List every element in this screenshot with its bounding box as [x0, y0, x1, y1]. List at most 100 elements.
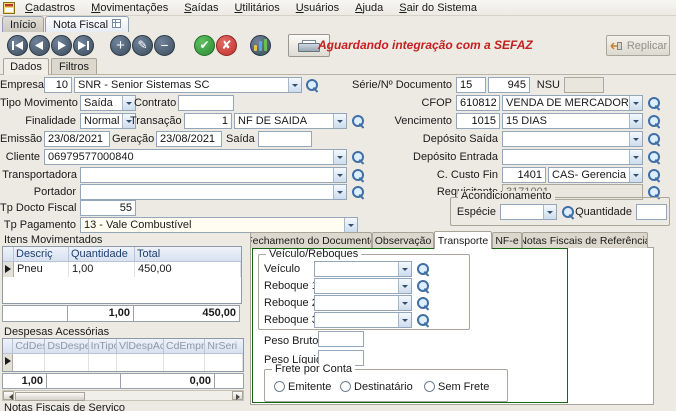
veiculo-combo[interactable] [314, 261, 412, 277]
tab-transporte[interactable]: Transporte [434, 231, 492, 249]
itens-col-quantidade[interactable]: Quantidade [69, 247, 135, 262]
menu-movimentacoes[interactable]: Movimentações [83, 1, 176, 15]
previous-record-button[interactable] [29, 35, 50, 56]
itens-col-total[interactable]: Total [135, 247, 241, 262]
tab-filtros[interactable]: Filtros [51, 58, 97, 74]
tab-inicio[interactable]: Início [2, 16, 44, 32]
chevron-down-icon[interactable] [398, 313, 411, 327]
first-record-button[interactable] [7, 35, 28, 56]
despesas-grid[interactable]: CdDesp DsDespesa InTipo VlDespAces CdEmp… [2, 338, 244, 372]
itens-col-descricao[interactable]: Descriç [14, 247, 69, 262]
reboque2-combo[interactable] [314, 295, 412, 311]
empresa-search-icon[interactable] [304, 77, 319, 93]
finalidade-combo[interactable]: Normal [80, 113, 136, 129]
tab-observacao[interactable]: Observação [372, 232, 434, 248]
empresa-combo[interactable]: SNR - Senior Sistemas SC [74, 77, 302, 93]
chevron-down-icon[interactable] [629, 114, 642, 128]
menu-utilitarios[interactable]: Utilitários [226, 1, 287, 15]
add-record-button[interactable]: + [110, 35, 131, 56]
deposito-saida-combo[interactable] [502, 131, 643, 147]
tab-fechamento-do-documento[interactable]: Fechamento do Documento [250, 232, 372, 248]
numero-documento-field[interactable] [488, 77, 530, 93]
tipo-movimento-combo[interactable]: Saída [80, 95, 136, 111]
reboque3-combo[interactable] [314, 312, 412, 328]
despesas-col-nrseri[interactable]: NrSeri [205, 339, 243, 354]
despesas-col-cddesp[interactable]: CdDesp [13, 339, 45, 354]
reboque1-combo[interactable] [314, 278, 412, 294]
cancel-button[interactable]: ✘ [216, 35, 237, 56]
confirm-button[interactable]: ✔ [194, 35, 215, 56]
despesas-row[interactable] [3, 354, 243, 372]
tab-notas-fiscais-referencia[interactable]: Notas Fiscais de Referência [522, 232, 648, 248]
empresa-code-field[interactable] [44, 77, 72, 93]
chevron-down-icon[interactable] [288, 78, 301, 92]
despesas-col-intipo[interactable]: InTipo [89, 339, 117, 354]
itens-row[interactable]: Pneu 1,00 450,00 [3, 262, 241, 277]
menu-cadastros[interactable]: Cadastros [17, 1, 83, 15]
edit-record-button[interactable]: ✎ [132, 35, 153, 56]
serie-field[interactable] [456, 77, 486, 93]
despesas-horizontal-scrollbar[interactable] [2, 390, 244, 401]
menu-usuarios[interactable]: Usuários [288, 1, 347, 15]
delete-record-button[interactable]: − [154, 35, 175, 56]
c-custo-combo[interactable]: CAS- Gerencia [548, 167, 643, 183]
chevron-down-icon[interactable] [543, 205, 556, 219]
tp-pagamento-combo[interactable]: 13 - Vale Combustível [80, 217, 358, 233]
deposito-entrada-search-icon[interactable] [646, 149, 661, 165]
cliente-combo[interactable]: 06979577000840 [44, 149, 347, 165]
reboque3-search-icon[interactable] [415, 312, 430, 328]
scroll-left-arrow-icon[interactable] [3, 391, 14, 400]
menu-ajuda[interactable]: Ajuda [347, 1, 391, 15]
chevron-down-icon[interactable] [333, 185, 346, 199]
despesas-col-dsdespesa[interactable]: DsDespesa [45, 339, 88, 354]
chart-button[interactable] [250, 35, 271, 56]
transportadora-search-icon[interactable] [350, 167, 365, 183]
tab-dados[interactable]: Dados [3, 58, 49, 75]
radio-emitente[interactable] [274, 381, 285, 392]
vencimento-combo[interactable]: 15 DIAS [502, 113, 643, 129]
saida-field[interactable] [258, 131, 312, 147]
last-record-button[interactable] [73, 35, 94, 56]
tab-nfe[interactable]: NF-e [492, 232, 522, 248]
transacao-combo[interactable]: NF DE SAIDA [234, 113, 347, 129]
transportadora-combo[interactable] [80, 167, 347, 183]
cliente-search-icon[interactable] [350, 149, 365, 165]
especie-combo[interactable] [500, 204, 557, 220]
chevron-down-icon[interactable] [333, 168, 346, 182]
menu-saidas[interactable]: Saídas [176, 1, 226, 15]
tp-docto-fiscal-field[interactable] [80, 200, 136, 216]
chevron-down-icon[interactable] [344, 218, 357, 232]
radio-destinatario[interactable] [340, 381, 351, 392]
portador-search-icon[interactable] [350, 184, 365, 200]
chevron-down-icon[interactable] [398, 262, 411, 276]
chevron-down-icon[interactable] [629, 150, 642, 164]
reboque1-search-icon[interactable] [415, 278, 430, 294]
scrollbar-thumb[interactable] [15, 392, 85, 401]
transacao-code-field[interactable] [184, 113, 232, 129]
contrato-field[interactable] [178, 95, 234, 111]
deposito-saida-search-icon[interactable] [646, 131, 661, 147]
cfop-search-icon[interactable] [646, 95, 661, 111]
emissao-field[interactable] [44, 131, 110, 147]
chevron-down-icon[interactable] [333, 114, 346, 128]
especie-search-icon[interactable] [560, 204, 575, 220]
c-custo-code-field[interactable] [502, 167, 546, 183]
chevron-down-icon[interactable] [398, 296, 411, 310]
cfop-code-field[interactable] [456, 95, 500, 111]
quantidade-field[interactable] [636, 204, 667, 220]
portador-combo[interactable] [80, 184, 347, 200]
reboque2-search-icon[interactable] [415, 295, 430, 311]
chevron-down-icon[interactable] [398, 279, 411, 293]
radio-sem-frete[interactable] [424, 381, 435, 392]
replicar-button[interactable]: Replicar [606, 35, 670, 56]
scroll-right-arrow-icon[interactable] [232, 391, 243, 400]
deposito-entrada-combo[interactable] [502, 149, 643, 165]
vencimento-code-field[interactable] [456, 113, 500, 129]
chevron-down-icon[interactable] [629, 96, 642, 110]
vencimento-search-icon[interactable] [646, 113, 661, 129]
c-custo-search-icon[interactable] [646, 167, 661, 183]
chevron-down-icon[interactable] [629, 168, 642, 182]
cfop-combo[interactable]: VENDA DE MERCADORIA ADQUIRIDA/ [502, 95, 643, 111]
transacao-search-icon[interactable] [350, 113, 365, 129]
despesas-col-cdempresa[interactable]: CdEmpresa [164, 339, 205, 354]
